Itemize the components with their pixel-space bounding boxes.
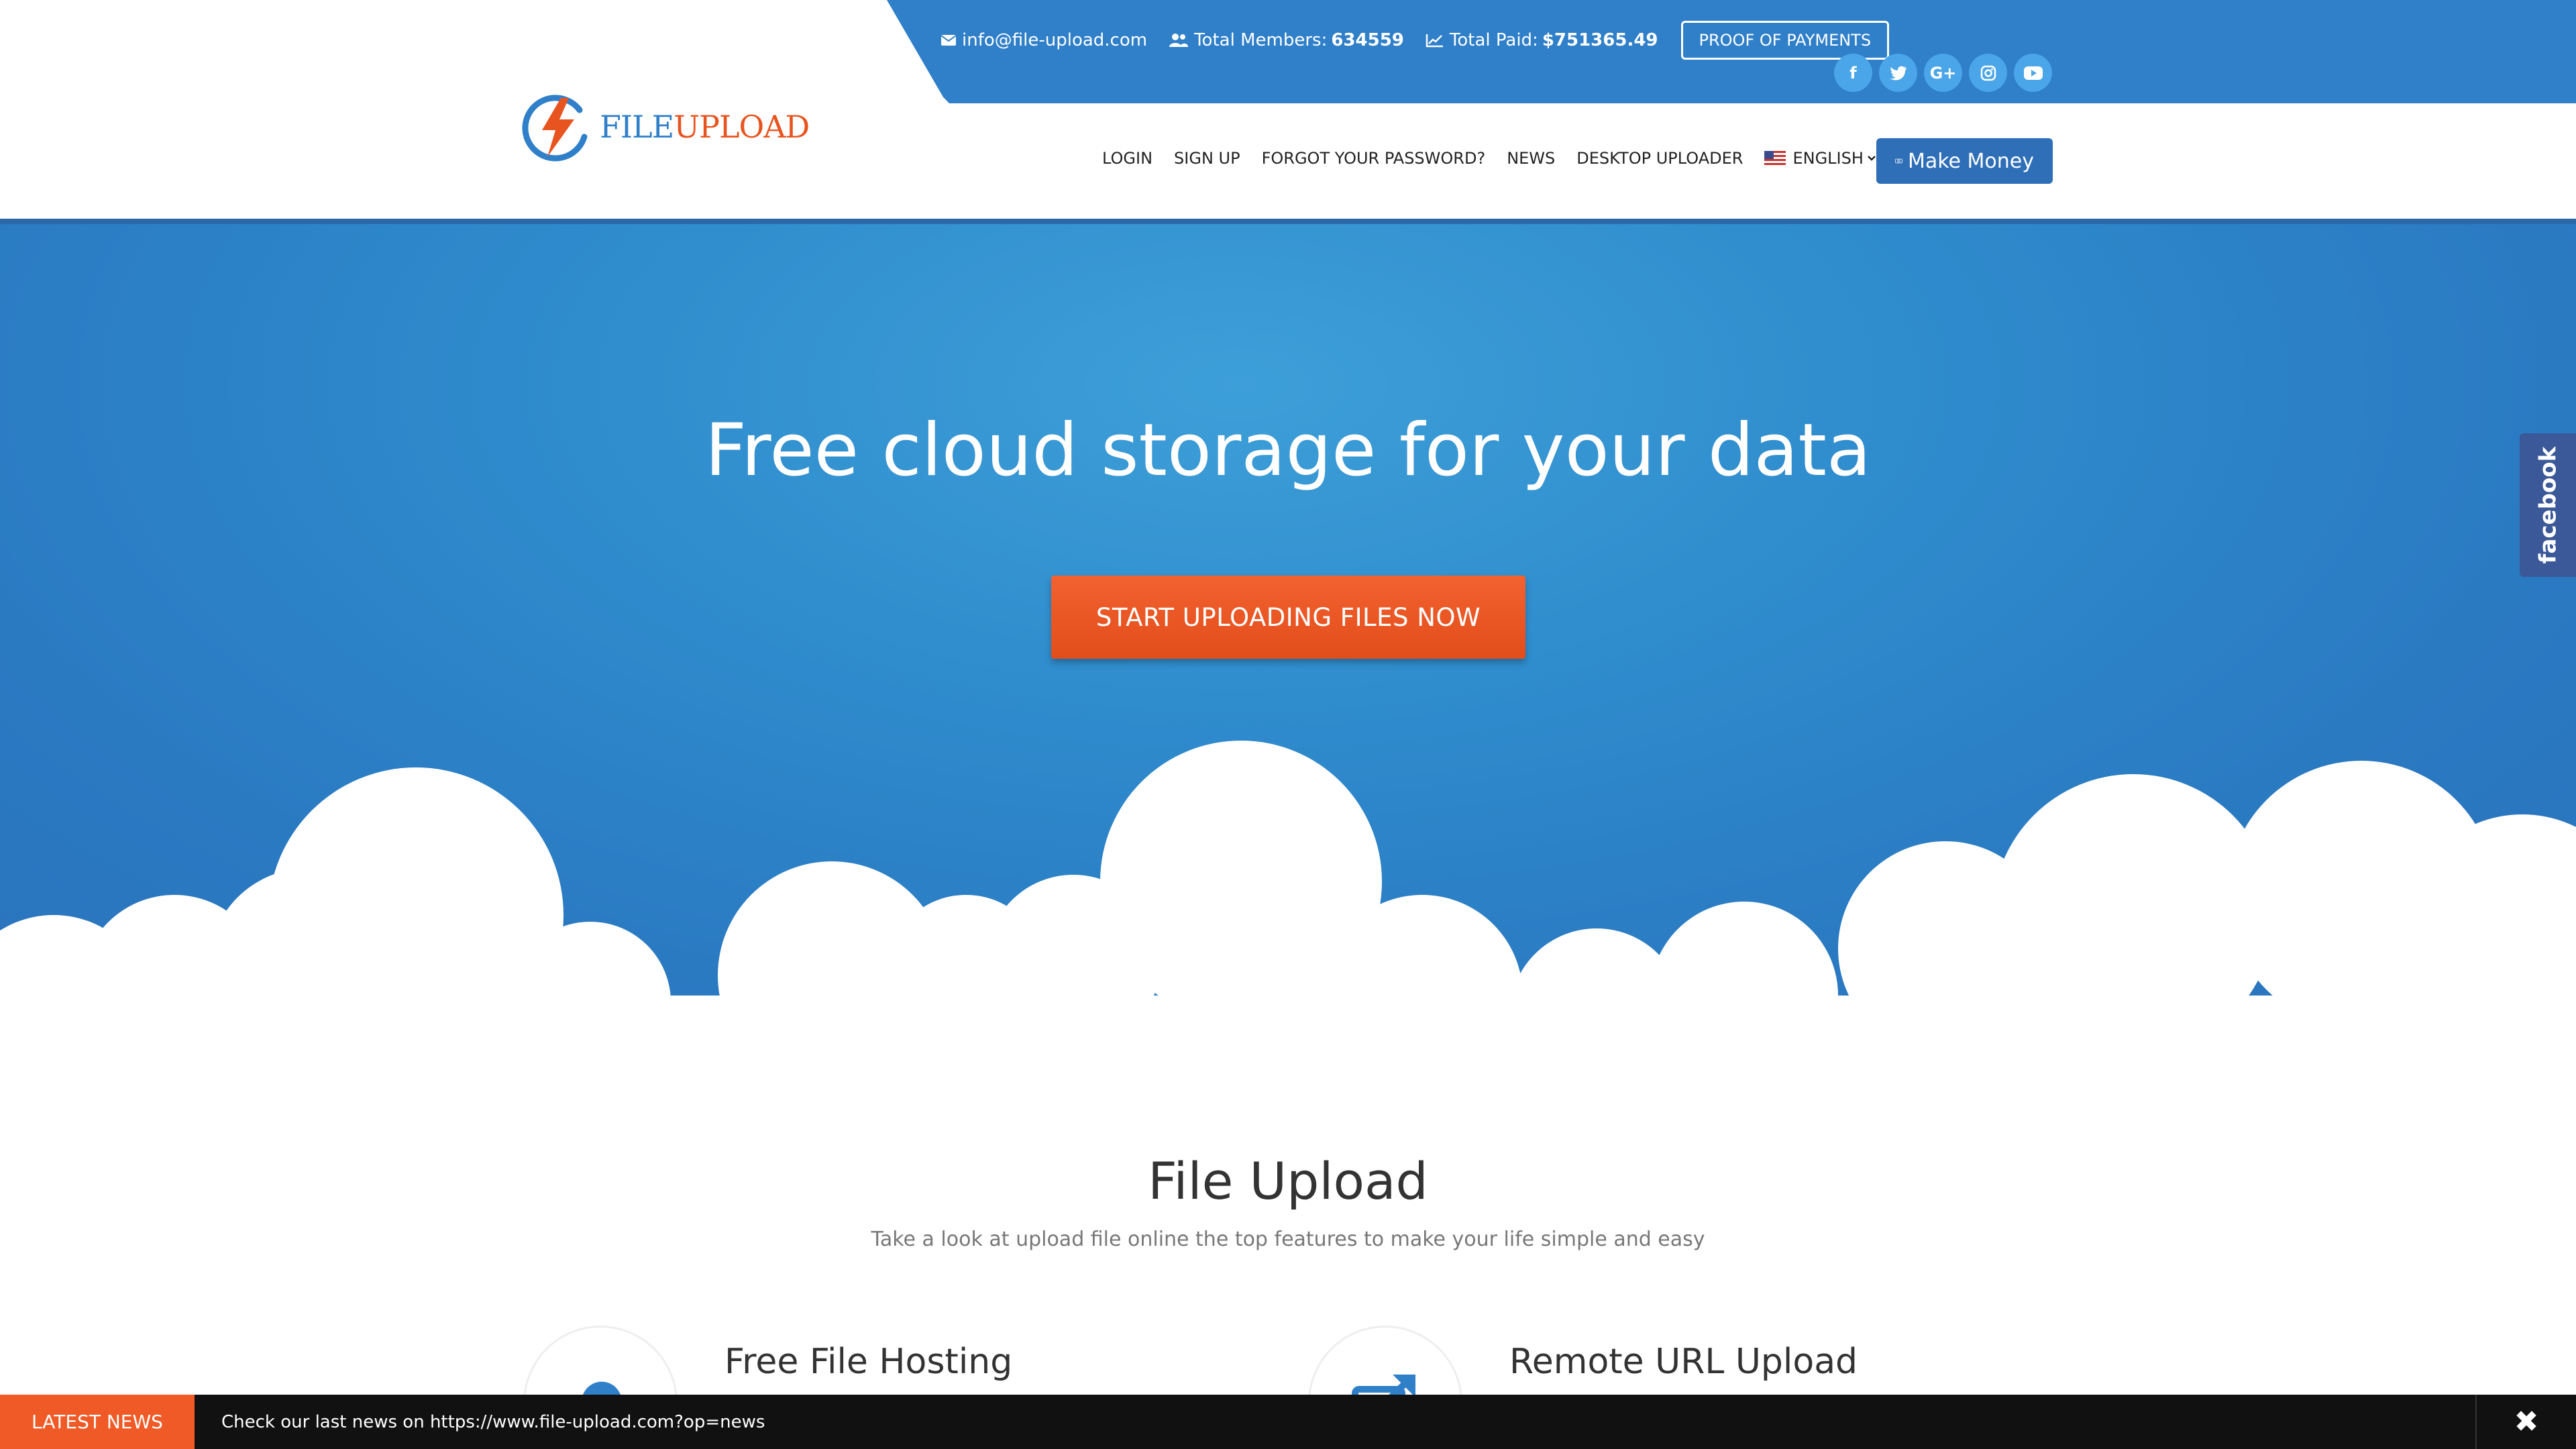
twitter-icon[interactable] [1879,54,1917,92]
chevron-down-icon [1868,156,1876,161]
logo-text-upload: UPLOAD [674,109,810,145]
social-links: f G+ [1834,54,2052,92]
google-plus-icon[interactable]: G+ [1924,54,1962,92]
logo-text-file: FILE [600,109,674,145]
section-subtitle: Take a look at upload file online the to… [871,1228,1705,1251]
top-info: info@file-upload.com Total Members: 6345… [941,21,1890,60]
nav-login[interactable]: LOGIN [1102,149,1152,168]
hero-title: Free cloud storage for your data [704,409,1872,492]
close-icon[interactable]: ✖ [2475,1395,2576,1449]
facebook-side-tab[interactable]: facebook [2520,433,2576,577]
make-money-button[interactable]: Make Money [1876,138,2053,184]
paid-label: Total Paid: [1449,30,1538,50]
total-members: Total Members: 634559 [1169,30,1404,50]
email-text: info@file-upload.com [962,30,1148,50]
us-flag-icon [1764,151,1786,166]
feature-title: Remote URL Upload [1509,1342,1858,1382]
chart-line-icon [1426,34,1443,48]
nav-desktop-uploader[interactable]: DESKTOP UPLOADER [1576,149,1743,168]
main-nav: LOGIN SIGN UP FORGOT YOUR PASSWORD? NEWS… [1102,149,1901,168]
logo-mark-icon [522,95,588,162]
envelope-icon [941,35,957,46]
logo-text: FILEUPLOAD [600,109,810,145]
nav-news[interactable]: NEWS [1507,149,1555,168]
paid-value: $751365.49 [1542,30,1658,50]
latest-news-message[interactable]: Check our last news on https://www.file-… [221,1412,765,1432]
users-icon [1169,34,1189,47]
make-money-label: Make Money [1907,149,2034,173]
section-title: File Upload [1148,1151,1428,1211]
language-dropdown[interactable]: ENGLISH [1764,149,1876,168]
feature-title: Free File Hosting [724,1342,1013,1382]
hero-section: Free cloud storage for your data START U… [0,224,2576,1026]
nav-sign-up[interactable]: SIGN UP [1174,149,1240,168]
start-uploading-button[interactable]: START UPLOADING FILES NOW [1051,576,1525,659]
latest-news-tag: LATEST NEWS [0,1395,195,1449]
latest-news-bar: LATEST NEWS Check our last news on https… [0,1395,2576,1449]
members-value: 634559 [1331,30,1404,50]
money-icon [1895,158,1902,164]
facebook-tab-label: facebook [2534,446,2561,564]
total-paid: Total Paid: $751365.49 [1426,30,1658,50]
nav-forgot-password[interactable]: FORGOT YOUR PASSWORD? [1262,149,1486,168]
site-logo[interactable]: FILEUPLOAD [521,90,810,164]
youtube-icon[interactable] [2014,54,2052,92]
language-label: ENGLISH [1792,149,1864,168]
header-divider [0,219,2576,224]
facebook-icon[interactable]: f [1834,54,1872,92]
members-label: Total Members: [1194,30,1328,50]
contact-email[interactable]: info@file-upload.com [941,30,1147,50]
instagram-icon[interactable] [1969,54,2007,92]
